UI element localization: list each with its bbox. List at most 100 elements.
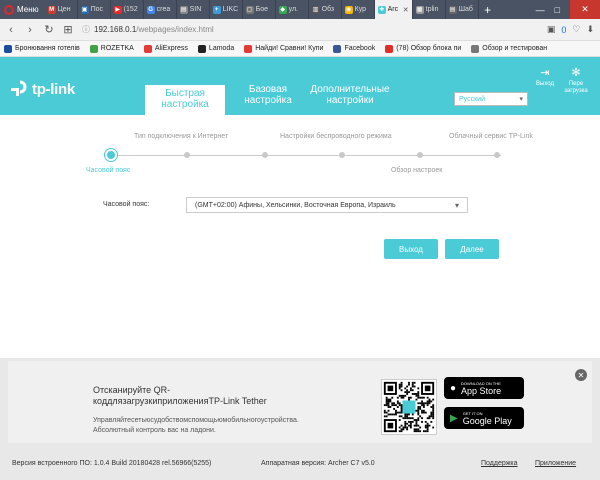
browser-tab-label: Arc — [387, 6, 399, 13]
bookmark-favicon-icon — [89, 44, 98, 53]
chevron-down-icon: ▾ — [519, 96, 523, 103]
wizard-step-dot — [339, 152, 345, 158]
bookmark-label: ROZETKA — [100, 45, 134, 52]
bookmark-label: Найди! Сравни! Купи — [255, 45, 324, 52]
browser-tab[interactable]: ▶ (152 — [111, 0, 144, 19]
support-link[interactable]: Поддержка — [481, 460, 518, 467]
bookmark-item[interactable]: Lamoda — [197, 44, 234, 53]
tplink-logo-icon — [11, 80, 27, 96]
bookmark-favicon-icon — [333, 44, 342, 53]
browser-tab[interactable]: ◆ ул. — [276, 0, 309, 19]
bookmark-item[interactable]: ROZETKA — [89, 44, 134, 53]
tab-favicon-icon: ▤ — [448, 5, 457, 14]
wizard-step-dot — [494, 152, 500, 158]
exit-button[interactable]: Выход — [384, 239, 438, 259]
browser-tab[interactable]: ▤ Шаб — [446, 0, 479, 19]
adblock-badge[interactable]: 0 — [561, 25, 566, 35]
tab-favicon-icon: ▢ — [245, 5, 254, 14]
tab-advanced-label: Дополнительные настройки — [310, 84, 390, 106]
speed-dial-icon[interactable]: ⊞ — [63, 23, 73, 36]
minimize-icon[interactable]: — — [536, 5, 545, 15]
back-icon[interactable]: ‹ — [6, 24, 16, 36]
tab-advanced[interactable]: Дополнительные настройки — [304, 84, 396, 106]
bookmark-item[interactable]: AliExpress — [143, 44, 188, 53]
browser-tab-label: Обз — [321, 6, 335, 13]
tab-quick-setup[interactable]: Быстрая настройка — [145, 85, 225, 115]
reload-icon[interactable]: ↻ — [44, 23, 54, 36]
wizard-step-label: Настройки беспроводного режима — [280, 133, 392, 140]
wizard-step-dot — [262, 152, 268, 158]
browser-tab-label: (152 — [123, 6, 138, 13]
app-promo-title: Отсканируйте QR-коддлязагрузкиприложения… — [93, 385, 267, 406]
bookmark-item[interactable]: Обзор и тестирован — [471, 44, 547, 53]
bookmark-item[interactable]: Найди! Сравни! Купи — [244, 44, 324, 53]
close-promo-icon[interactable]: ✕ — [575, 369, 587, 381]
camera-icon[interactable]: ▣ — [547, 24, 556, 35]
tab-favicon-icon: ▶ — [113, 5, 122, 14]
tab-quick-setup-label: Быстрая настройка — [161, 88, 209, 110]
tab-favicon-icon: ▦ — [415, 5, 424, 14]
timezone-value: (GMT+02:00) Афины, Хельсинки, Восточная … — [195, 201, 396, 209]
reboot-button[interactable]: ✻ Пере загрузка — [562, 67, 590, 95]
qr-code-icon — [381, 379, 437, 435]
browser-tab[interactable]: M Цен — [45, 0, 78, 19]
new-tab-plus-icon[interactable]: + — [479, 0, 497, 19]
browser-tab[interactable]: ▥ Обз — [309, 0, 342, 19]
language-value: Русский — [459, 95, 485, 103]
browser-tab[interactable]: ▢ Бое — [243, 0, 276, 19]
browser-tab-label: ул. — [288, 6, 299, 13]
browser-tab[interactable]: ▤ SIN — [177, 0, 210, 19]
window-close-icon[interactable]: ✕ — [570, 0, 600, 19]
address-bar: ‹ › ↻ ⊞ ⓘ 192.168.0.1/webpages/index.htm… — [0, 19, 600, 41]
tab-favicon-icon: ▣ — [80, 5, 89, 14]
google-play-button[interactable]: ▶ GET IT ON Google Play — [444, 407, 524, 429]
page-footer: Отсканируйте QR-коддлязагрузкиприложения… — [0, 358, 600, 480]
bookmark-item[interactable]: Бронювання готелів — [4, 44, 80, 53]
browser-tab-bar: Меню M Цен ▣ Пос ▶ (152 Gcrea ▤ SIN + LIKC ▢ Бое ◆ ул.… — [0, 0, 600, 19]
wizard-step-dot — [105, 149, 117, 161]
tab-favicon-icon: + — [212, 5, 221, 14]
logout-icon: ⇥ — [540, 67, 550, 79]
bookmark-item[interactable]: Facebook — [333, 44, 375, 53]
bookmarks-bar: Бронювання готелів ROZETKA AliExpress Lamod… — [0, 41, 600, 57]
browser-tab-label: Пос — [90, 6, 104, 13]
timezone-select[interactable]: (GMT+02:00) Афины, Хельсинки, Восточная … — [186, 197, 468, 213]
tab-favicon-icon: G — [146, 5, 155, 14]
browser-menu-button[interactable]: Меню — [0, 0, 45, 19]
bookmark-item[interactable]: (78) Обзор блока пи — [385, 44, 461, 53]
download-icon[interactable]: ⬇ — [586, 24, 594, 35]
language-select[interactable]: Русский ▾ — [454, 92, 528, 106]
app-link[interactable]: Приложение — [535, 460, 576, 467]
next-button[interactable]: Далее — [445, 239, 499, 259]
browser-tab-label: tplin — [425, 6, 439, 13]
browser-tab[interactable]: ◉ Кур — [342, 0, 375, 19]
browser-tab[interactable]: ▣ Пос — [78, 0, 111, 19]
url-field[interactable]: ⓘ 192.168.0.1/webpages/index.html — [82, 22, 538, 38]
browser-tab-label: Шаб — [458, 6, 473, 13]
forward-icon[interactable]: › — [25, 24, 35, 36]
browser-tab[interactable]: ▦ tplin — [413, 0, 446, 19]
timezone-label: Часовой пояс: — [103, 201, 150, 208]
bookmark-favicon-icon — [197, 44, 206, 53]
address-bar-actions: ▣ 0 ♡ ⬇ — [547, 24, 594, 35]
router-header: tp-link Быстрая настройка Базовая настро… — [0, 57, 600, 115]
browser-tab[interactable]: Gcrea — [144, 0, 177, 19]
apple-icon: ● — [450, 382, 457, 394]
tab-favicon-icon: ◉ — [344, 5, 353, 14]
logout-label: Выход — [536, 81, 554, 87]
wizard-step-label: Обзор настроек — [391, 167, 443, 174]
heart-icon[interactable]: ♡ — [572, 24, 580, 35]
browser-tab[interactable]: + LIKC — [210, 0, 243, 19]
app-store-button[interactable]: ● DOWNLOAD ON THE App Store — [444, 377, 524, 399]
url-path: /webpages/index.html — [136, 25, 214, 34]
maximize-icon[interactable]: □ — [555, 5, 560, 15]
tab-basic-label: Базовая настройка — [244, 84, 292, 106]
logout-button[interactable]: ⇥ Выход — [533, 67, 557, 88]
tab-close-icon[interactable]: ✕ — [403, 6, 409, 14]
tab-basic[interactable]: Базовая настройка — [240, 84, 296, 106]
window-controls: — □ ✕ — [536, 0, 600, 19]
browser-tab[interactable]: ✚ Arc ✕ — [374, 0, 413, 19]
browser-tab-label: crea — [156, 6, 171, 13]
info-icon[interactable]: ⓘ — [82, 24, 90, 35]
opera-logo-icon — [4, 4, 14, 15]
